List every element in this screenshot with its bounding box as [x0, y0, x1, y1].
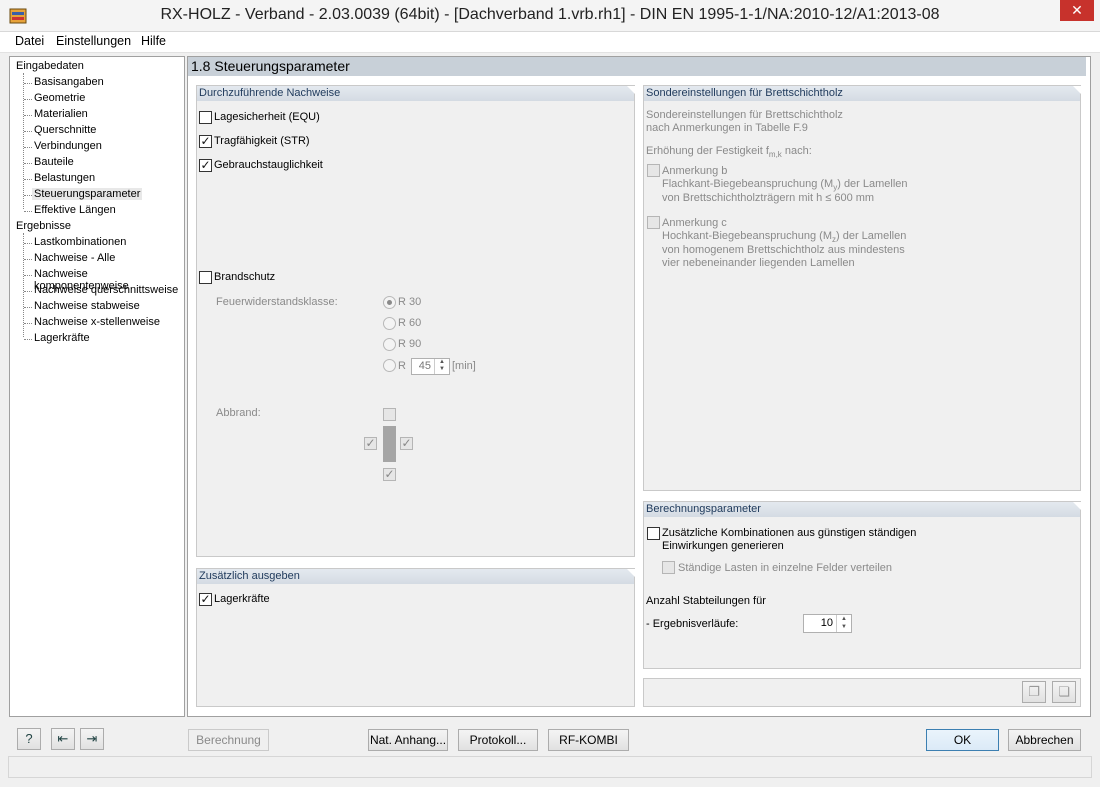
next-icon[interactable]: ⇥ [80, 728, 104, 750]
menu-bar: Datei Einstellungen Hilfe [0, 32, 1100, 53]
tree-item-nachweise-stabweise[interactable]: Nachweise stabweise [24, 300, 140, 312]
tree-item-nachweise-alle[interactable]: Nachweise - Alle [23, 252, 115, 264]
tree-item-effektive-laengen[interactable]: Effektive Längen [24, 204, 116, 216]
checkbox-staendige-lasten[interactable] [662, 561, 675, 574]
anmerkung-b-line1: Flachkant-Biegebeanspruchung (My) der La… [662, 178, 908, 193]
label-r30: R 30 [398, 296, 422, 308]
label-abbrand: Abbrand: [216, 407, 261, 419]
group-nachweise-header: Durchzuführende Nachweise [197, 86, 635, 101]
ok-button[interactable]: OK [926, 729, 999, 751]
checkbox-str[interactable]: ✓ [199, 135, 212, 148]
checkbox-abbrand-right[interactable]: ✓ [400, 437, 413, 450]
group-sonder-header: Sondereinstellungen für Brettschichtholz [644, 86, 1081, 101]
checkbox-lagerkraefte[interactable]: ✓ [199, 593, 212, 606]
copy-icon[interactable]: ❐ [1022, 681, 1046, 703]
navigator-tree: Eingabedaten Basisangaben Geometrie Mate… [9, 56, 185, 717]
tree-item-basisangaben[interactable]: Basisangaben [24, 76, 104, 88]
rf-kombi-button[interactable]: RF-KOMBI [548, 729, 629, 751]
label-gebrauch: Gebrauchstauglichkeit [214, 159, 323, 171]
sonder-desc-line1: Sondereinstellungen für Brettschichtholz [646, 109, 843, 121]
group-clipboard-toolbar [643, 678, 1081, 707]
anmerkung-c-line2: von homogenem Brettschichtholz aus minde… [662, 244, 905, 256]
checkbox-anmerkung-c[interactable] [647, 216, 660, 229]
label-zus-kombi-line2: Einwirkungen generieren [662, 540, 784, 552]
tree-item-geometrie[interactable]: Geometrie [23, 92, 85, 104]
tree-item-verbindungen[interactable]: Verbindungen [24, 140, 102, 152]
tree-item-label: Steuerungsparameter [32, 188, 143, 200]
label-zus-kombi-line1: Zusätzliche Kombinationen aus günstigen … [662, 527, 917, 539]
label-r-custom: R [398, 360, 406, 372]
tree-item-nachweise-querschnittsweise[interactable]: Nachweise querschnittsweise [23, 284, 178, 296]
radio-r60[interactable] [383, 317, 396, 330]
checkbox-abbrand-left[interactable]: ✓ [364, 437, 377, 450]
paste-icon[interactable]: ❏ [1052, 681, 1076, 703]
label-anmerkung-b: Anmerkung b [662, 165, 728, 177]
sonder-desc-line2: nach Anmerkungen in Tabelle F.9 [646, 122, 808, 134]
label-anmerkung-c: Anmerkung c [662, 217, 727, 229]
checkbox-anmerkung-b[interactable] [647, 164, 660, 177]
ergebnisverlaeufe-spinner[interactable]: 10 ▲ ▼ [803, 614, 852, 633]
label-lagerkraefte: Lagerkräfte [214, 593, 270, 605]
radio-r90[interactable] [383, 338, 396, 351]
status-bar [8, 756, 1092, 778]
window-title: RX-HOLZ - Verband - 2.03.0039 (64bit) - … [160, 6, 940, 23]
label-brandschutz: Brandschutz [214, 271, 276, 283]
label-equ: Lagesicherheit (EQU) [214, 111, 320, 123]
menu-einstellungen[interactable]: Einstellungen [56, 34, 131, 48]
ergebnisverlaeufe-value: 10 [820, 617, 833, 629]
spin-arrows-icon[interactable]: ▲ ▼ [836, 615, 851, 632]
anmerkung-c-line3: vier nebeneinander liegenden Lamellen [662, 257, 855, 269]
checkbox-abbrand-top[interactable] [383, 408, 396, 421]
checkbox-zusaetzliche-kombinationen[interactable] [647, 527, 660, 540]
label-erhoehung: Erhöhung der Festigkeit fm,k nach: [646, 145, 812, 160]
tree-item-belastungen[interactable]: Belastungen [23, 172, 95, 184]
help-icon[interactable]: ? [17, 728, 41, 750]
previous-icon[interactable]: ⇤ [51, 728, 75, 750]
r-minutes-spinner[interactable]: 45 ▲ ▼ [411, 358, 450, 375]
label-r60: R 60 [398, 317, 422, 329]
tree-item-bauteile[interactable]: Bauteile [24, 156, 74, 168]
group-zusaetzlich: Zusätzlich ausgeben [196, 568, 635, 707]
protokoll-button[interactable]: Protokoll... [458, 729, 538, 751]
tree-root-ergebnisse[interactable]: Ergebnisse [16, 220, 71, 232]
tree-line [23, 233, 24, 337]
label-ergebnisverlaeufe: - Ergebnisverläufe: [646, 618, 739, 630]
tree-item-lastkombinationen[interactable]: Lastkombinationen [23, 236, 126, 248]
tree-item-lagerkraefte[interactable]: Lagerkräfte [24, 332, 90, 344]
spin-arrows-icon[interactable]: ▲ ▼ [434, 359, 449, 374]
group-zusaetzlich-header: Zusätzlich ausgeben [197, 569, 635, 584]
close-button[interactable]: ✕ [1060, 0, 1094, 21]
page-title: 1.8 Steuerungsparameter [188, 57, 1086, 76]
berechnung-button[interactable]: Berechnung [188, 729, 269, 751]
label-staendige-lasten: Ständige Lasten in einzelne Felder verte… [678, 562, 893, 574]
label-r-unit: [min] [452, 360, 476, 372]
label-anzahl-stabteilungen: Anzahl Stabteilungen für [646, 595, 766, 607]
tree-item-steuerungsparameter[interactable]: Steuerungsparameter [23, 188, 143, 200]
anmerkung-c-line1: Hochkant-Biegebeanspruchung (Mz) der Lam… [662, 230, 907, 245]
beam-cross-section-icon [383, 426, 396, 462]
anmerkung-b-line2: von Brettschichtholzträgern mit h ≤ 600 … [662, 192, 875, 204]
group-berechnung-header: Berechnungsparameter [644, 502, 1081, 517]
tree-item-querschnitte[interactable]: Querschnitte [23, 124, 96, 136]
label-str: Tragfähigkeit (STR) [214, 135, 310, 147]
nat-anhang-button[interactable]: Nat. Anhang... [368, 729, 448, 751]
checkbox-equ[interactable] [199, 111, 212, 124]
tree-line [23, 73, 24, 209]
checkbox-brandschutz[interactable] [199, 271, 212, 284]
menu-hilfe[interactable]: Hilfe [141, 34, 166, 48]
menu-datei[interactable]: Datei [15, 34, 44, 48]
tree-item-materialien[interactable]: Materialien [24, 108, 88, 120]
radio-r-custom[interactable] [383, 359, 396, 372]
tree-item-nachweise-x-stellenweise[interactable]: Nachweise x-stellenweise [24, 316, 160, 328]
label-feuerwiderstandsklasse: Feuerwiderstandsklasse: [216, 296, 338, 308]
checkbox-gebrauch[interactable]: ✓ [199, 159, 212, 172]
tree-root-eingabedaten[interactable]: Eingabedaten [16, 60, 84, 72]
r-minutes-value: 45 [418, 360, 431, 372]
radio-r30[interactable] [383, 296, 396, 309]
abbrechen-button[interactable]: Abbrechen [1008, 729, 1081, 751]
checkbox-abbrand-bottom[interactable]: ✓ [383, 468, 396, 481]
label-r90: R 90 [398, 338, 422, 350]
